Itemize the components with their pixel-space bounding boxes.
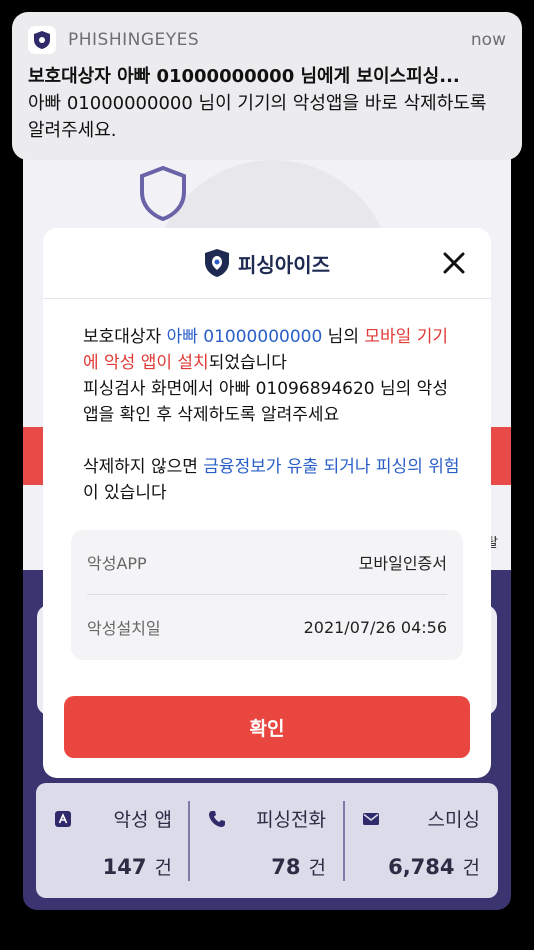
- app-icon: [55, 811, 71, 827]
- stats-panel: 악성 앱 147 건 피싱전화 78 건 스미싱 6,784 건: [36, 783, 498, 898]
- message-text: 님의: [322, 327, 365, 347]
- message-text: 삭제하지 않으면: [83, 457, 204, 477]
- dialog-message: 보호대상자 아빠 01000000000 님의 모바일 기기에 악성 앱이 설치…: [83, 324, 463, 506]
- info-label: 악성설치일: [87, 619, 161, 638]
- dialog-header: 피싱아이즈: [43, 228, 491, 299]
- stat-count: 147 건: [103, 853, 172, 880]
- mail-icon: [363, 813, 379, 825]
- malware-info-box: 악성APP 모바일인증서 악성설치일 2021/07/26 04:56: [71, 530, 463, 660]
- stat-label: 피싱전화: [256, 809, 326, 831]
- alert-dialog: 피싱아이즈 보호대상자 아빠 01000000000 님의 모바일 기기에 악성…: [43, 228, 491, 778]
- message-text: 보호대상자: [83, 327, 167, 347]
- background-label: 탈: [486, 536, 498, 551]
- info-label: 악성APP: [87, 554, 147, 573]
- info-row-install-date: 악성설치일 2021/07/26 04:56: [87, 595, 447, 659]
- stat-count-value: 78: [271, 855, 301, 879]
- notification-body: 아빠 01000000000 님이 기기의 악성앱을 바로 삭제하도록 알려주세…: [28, 93, 487, 141]
- stat-smishing[interactable]: 스미싱 6,784 건: [344, 783, 498, 898]
- stat-count-value: 147: [102, 855, 147, 879]
- stat-phishing-calls[interactable]: 피싱전화 78 건: [190, 783, 344, 898]
- notification-app-name: PHISHINGEYES: [68, 30, 200, 50]
- stat-malicious-apps[interactable]: 악성 앱 147 건: [36, 783, 190, 898]
- phone-icon: [209, 811, 225, 827]
- message-paragraph-1: 보호대상자 아빠 01000000000 님의 모바일 기기에 악성 앱이 설치…: [83, 324, 463, 376]
- message-paragraph-3: 삭제하지 않으면 금융정보가 유출 되거나 피싱의 위험이 있습니다: [83, 454, 463, 506]
- info-value: 모바일인증서: [358, 554, 447, 573]
- brand-logo: 피싱아이즈: [204, 248, 330, 278]
- stat-label: 악성 앱: [113, 809, 172, 831]
- stat-count-value: 6,784: [388, 855, 455, 879]
- stat-unit: 건: [154, 857, 172, 879]
- background-shield-icon: [140, 165, 186, 221]
- stat-count: 78 건: [271, 853, 326, 880]
- message-highlight-risk: 금융정보가 유출 되거나 피싱의 위험: [203, 457, 460, 477]
- notification-title: 보호대상자 아빠 01000000000 님에게 보이스피싱...: [28, 66, 460, 87]
- stat-label: 스미싱: [427, 809, 480, 831]
- stat-count: 6,784 건: [388, 853, 480, 880]
- shield-logo-icon: [205, 249, 229, 277]
- close-icon[interactable]: [441, 250, 467, 276]
- stat-unit: 건: [308, 857, 326, 879]
- stat-unit: 건: [462, 857, 480, 879]
- info-value: 2021/07/26 04:56: [303, 617, 447, 637]
- push-notification[interactable]: PHISHINGEYES now 보호대상자 아빠 01000000000 님에…: [12, 12, 522, 160]
- info-row-app: 악성APP 모바일인증서: [87, 530, 447, 594]
- message-highlight-target: 아빠 01000000000: [166, 327, 323, 347]
- app-logo-icon: [28, 26, 56, 54]
- confirm-button[interactable]: 확인: [64, 696, 470, 758]
- brand-name: 피싱아이즈: [238, 252, 330, 277]
- message-text: 이 있습니다: [83, 483, 167, 503]
- notification-time: now: [470, 30, 506, 50]
- message-paragraph-2: 피싱검사 화면에서 아빠 01096894620 님의 악성 앱을 확인 후 삭…: [83, 379, 448, 425]
- message-text: 되었습니다: [208, 353, 287, 373]
